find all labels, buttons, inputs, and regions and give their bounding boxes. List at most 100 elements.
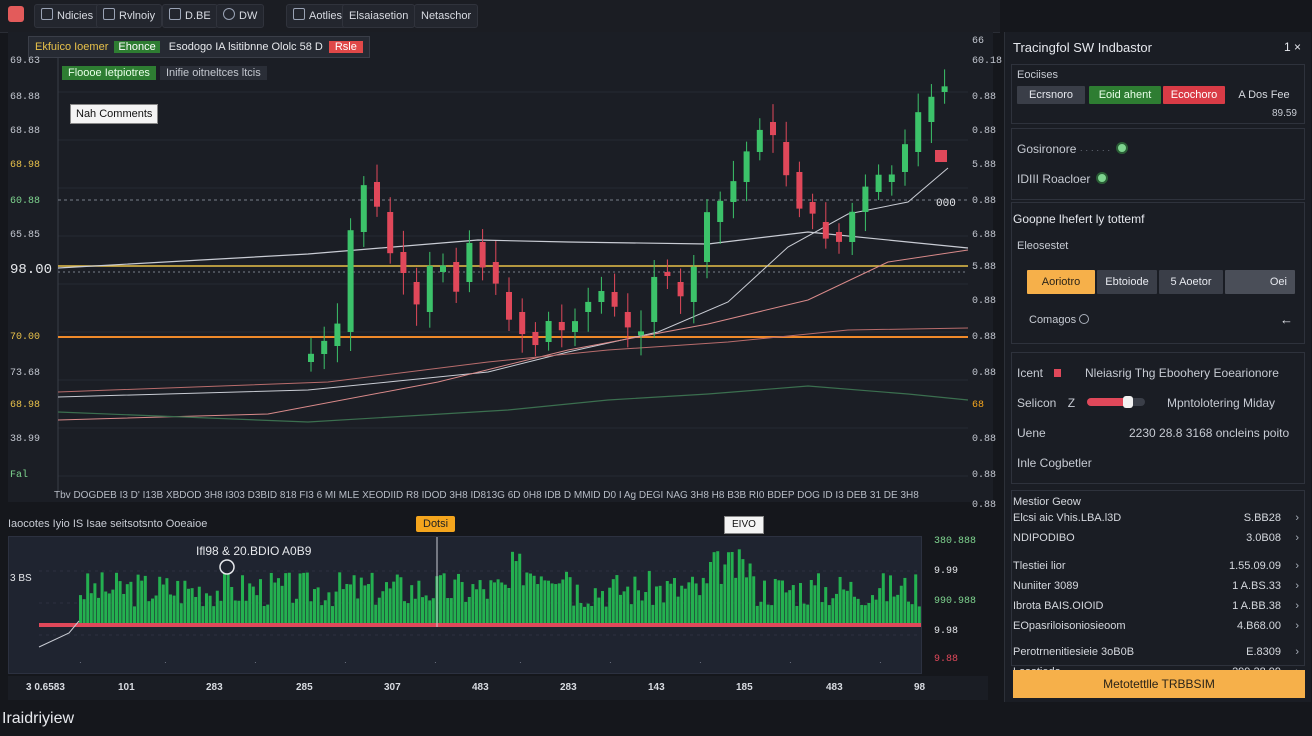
tab-option-4[interactable]: A Dos Fee	[1229, 86, 1299, 104]
subpanel-badge-right[interactable]: EIVO	[724, 516, 764, 534]
volume-tick: ·	[164, 658, 167, 667]
volume-canvas[interactable]: · · · · · · · · · ·	[9, 537, 921, 673]
list-item[interactable]: Elcsi aic Vhis.LBA.l3D S.BB28 ›	[1013, 512, 1303, 524]
back-arrow-icon[interactable]: ←	[1280, 312, 1293, 327]
volume-bar	[251, 586, 255, 625]
chevron-right-icon[interactable]: ›	[1295, 512, 1299, 524]
list-item[interactable]: NDIPODIBO 3.0B08 ›	[1013, 532, 1303, 544]
candle-body	[598, 291, 605, 302]
volume-bar	[158, 576, 162, 625]
style-label: Eleosestet	[1017, 240, 1069, 252]
tab-option-2[interactable]: Eoid ahent	[1089, 86, 1161, 104]
cortagas-row[interactable]: Comagos	[1029, 314, 1090, 326]
candle-body	[558, 322, 565, 331]
option-row-1[interactable]: Gosironore · · · · · ·	[1017, 142, 1129, 156]
volume-bar	[842, 589, 846, 625]
apply-button[interactable]: Metotettlle TRBBSIM	[1013, 670, 1305, 698]
volume-bar	[284, 573, 288, 625]
brand-wordmark: Iraidriyiew	[2, 710, 75, 727]
price-chart[interactable]: 000	[8, 32, 993, 502]
chevron-right-icon[interactable]: ›	[1295, 532, 1299, 544]
toolbar-button-draw[interactable]: DW	[216, 4, 265, 28]
toolbar-button-settings[interactable]: Elsaiasetion	[342, 4, 416, 28]
volume-bar	[115, 572, 118, 625]
threshold-slider[interactable]	[1087, 396, 1145, 408]
chart-canvas[interactable]: 000	[8, 32, 993, 502]
sell-badge[interactable]: Rsle	[328, 41, 363, 53]
volume-x-tick: 101	[118, 682, 135, 693]
volume-bar	[802, 603, 806, 625]
chevron-right-icon[interactable]: ›	[1295, 560, 1299, 572]
toolbar-button-replay[interactable]: Rvlnoiy	[96, 4, 163, 28]
indicator-legend[interactable]: Floooe Ietpiotres Inifie oitneltces ltcis	[62, 64, 267, 82]
list-item-value: 1.55.09.09	[1229, 560, 1281, 572]
candle-body	[426, 265, 433, 312]
toggle-icon[interactable]	[1096, 172, 1109, 184]
toggle-icon[interactable]	[1116, 142, 1129, 154]
list-item[interactable]: Tlestiei lior 1.55.09.09 ›	[1013, 560, 1303, 572]
chevron-right-icon[interactable]: ›	[1295, 646, 1299, 658]
volume-bar	[111, 589, 115, 625]
alert-icon	[293, 8, 305, 20]
volume-bar	[914, 574, 918, 625]
subpanel-badge-left[interactable]: Dotsi	[416, 516, 456, 532]
volume-bar	[511, 551, 514, 625]
list-item-label: Perotrnenitiesieie 3oB0B	[1013, 646, 1135, 658]
volume-bar	[219, 600, 223, 625]
list-item[interactable]: EOpasriloisoniosieoom 4.B68.00 ›	[1013, 620, 1303, 632]
volume-bar	[187, 588, 190, 625]
tab-option-3[interactable]: Ecochoro	[1163, 86, 1225, 104]
volume-bar	[197, 586, 201, 625]
volume-bar	[719, 583, 723, 625]
style-option-2[interactable]: Ebtoiode	[1097, 270, 1157, 294]
candle-body	[677, 282, 684, 297]
chevron-right-icon[interactable]: ›	[1295, 620, 1299, 632]
app-logo-icon[interactable]	[8, 6, 24, 22]
y-tick-label-right: 0.88	[972, 126, 997, 137]
volume-bar	[327, 592, 331, 625]
candle-body	[347, 230, 354, 332]
volume-bar	[482, 589, 486, 625]
toolbar-button-alerts[interactable]: Aotlies	[286, 4, 350, 28]
close-button[interactable]: 1 ×	[1284, 40, 1301, 54]
list-item[interactable]: Perotrnenitiesieie 3oB0B E.8309 ›	[1013, 646, 1303, 658]
volume-bar	[907, 601, 910, 625]
threshold-slider-handle[interactable]	[1122, 396, 1133, 408]
toolbar-button-indicators[interactable]: Ndicies	[34, 4, 101, 28]
detail-row-4[interactable]: Inle Cogbetler	[1017, 456, 1092, 470]
symbol-legend[interactable]: Ekfuico Ioemer Ehonce Esodogo IA lsitibnn…	[28, 36, 370, 58]
chevron-right-icon[interactable]: ›	[1295, 600, 1299, 612]
notes-label[interactable]: Nah Comments	[70, 104, 159, 124]
style-option-3[interactable]: 5 Aoetor	[1159, 270, 1223, 294]
style-option-1[interactable]: Aoriotro	[1027, 270, 1095, 294]
volume-bar	[244, 600, 248, 625]
volume-tick: ·	[879, 658, 882, 667]
chevron-right-icon[interactable]: ›	[1295, 580, 1299, 592]
volume-tick: ·	[699, 658, 702, 667]
volume-bar	[190, 588, 194, 625]
toolbar-button-compare[interactable]: D.BE	[162, 4, 218, 28]
style-option-4[interactable]: Oei	[1225, 270, 1295, 294]
toolbar-button-publish[interactable]: Netaschor	[414, 4, 479, 28]
indicator-icon	[41, 8, 53, 20]
option-row-2[interactable]: IDIII Roacloer	[1017, 172, 1109, 186]
volume-bar	[759, 601, 763, 625]
volume-bar	[892, 596, 896, 625]
volume-bar	[831, 598, 835, 625]
refresh-icon[interactable]	[1079, 314, 1090, 324]
volume-left-label: 3 BS	[10, 573, 32, 584]
volume-bar	[323, 600, 327, 625]
list-item[interactable]: Ibrota BAIS.OIOID 1 A.BB.38 ›	[1013, 600, 1303, 612]
candle-body	[545, 321, 552, 342]
volume-bar	[899, 585, 903, 625]
list-item[interactable]: Nuniiter 3089 1 A.BS.33 ›	[1013, 580, 1303, 592]
top-toolbar: Ndicies Rvlnoiy D.BE DW Aotlies Elsaiase…	[0, 0, 1000, 33]
candle-body	[374, 182, 380, 207]
tab-option-1[interactable]: Ecrsnoro	[1017, 86, 1085, 104]
volume-bar	[125, 584, 129, 625]
volume-bar	[723, 564, 727, 625]
volume-panel[interactable]: · · · · · · · · · ·	[8, 536, 922, 674]
volume-bar	[406, 603, 410, 625]
volume-bar	[532, 575, 536, 625]
candle-body	[941, 86, 948, 92]
